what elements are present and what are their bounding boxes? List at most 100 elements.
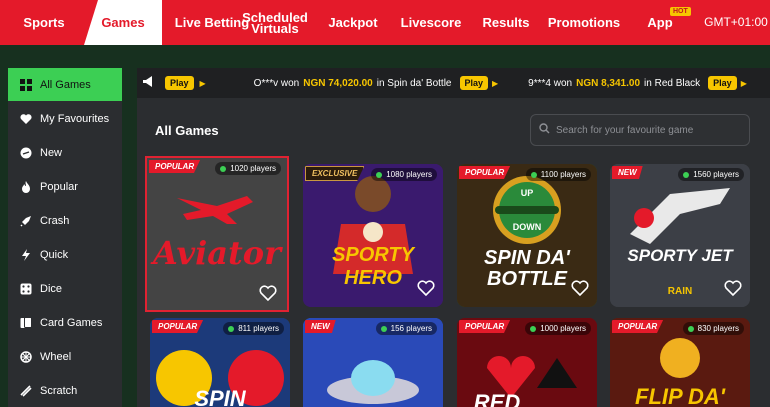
new-badge-icon — [20, 147, 32, 159]
cards-icon — [20, 316, 32, 329]
ticker-entry-amount: NGN 74,020.00 — [303, 77, 373, 89]
players-label: 830 players — [697, 324, 739, 333]
timezone-label[interactable]: GMT+01:00 — [702, 0, 770, 45]
players-count: 1000 players — [525, 322, 591, 335]
dice-icon — [20, 283, 32, 295]
online-dot-icon — [376, 171, 383, 178]
game-card-ufo[interactable]: NEW 156 players — [303, 318, 443, 407]
game-tag: POPULAR — [149, 160, 201, 173]
online-dot-icon — [228, 325, 235, 332]
spin-up-label: UP — [520, 188, 534, 198]
players-count: 1100 players — [525, 168, 591, 181]
nav-jackpot[interactable]: Jackpot — [325, 0, 381, 45]
sidebar-item-label: Popular — [40, 180, 78, 193]
ticker-entry-game: in Red Black — [644, 77, 701, 89]
hot-badge: HOT — [670, 7, 691, 16]
category-sidebar: All Games My Favourites New Popular Cras… — [8, 68, 122, 407]
sidebar-item-favourites[interactable]: My Favourites — [8, 102, 122, 135]
page-title: All Games — [155, 123, 219, 138]
sidebar-item-label: Card Games — [40, 316, 103, 329]
search-input[interactable] — [556, 124, 736, 136]
nav-results[interactable]: Results — [481, 0, 531, 45]
sidebar-item-label: Quick — [40, 248, 69, 261]
nav-livescore[interactable]: Livescore — [398, 0, 464, 45]
spin-down-label: DOWN — [512, 222, 542, 232]
nav-promotions[interactable]: Promotions — [548, 0, 620, 45]
sidebar-item-label: New — [40, 146, 63, 159]
game-card-spin[interactable]: POPULAR 811 players SPIN — [150, 318, 290, 407]
search-icon — [539, 123, 550, 137]
game-card-sporty-jet[interactable]: NEW 1560 players SPORTY JET RAIN — [610, 164, 750, 307]
game-card-flip-da-coin[interactable]: POPULAR 830 players FLIP DA' — [610, 318, 750, 407]
game-card-sporty-hero[interactable]: EXCLUSIVE 1080 players SPORTY HERO — [303, 164, 443, 307]
games-panel: Play ▶ O***v won NGN 74,020.00 in Spin d… — [137, 68, 770, 407]
nav-scheduled-virtuals[interactable]: Scheduled Virtuals — [242, 0, 308, 45]
sidebar-item-label: Scratch — [40, 384, 78, 397]
online-dot-icon — [380, 325, 387, 332]
players-label: 1560 players — [693, 170, 739, 179]
game-tag: NEW — [305, 320, 336, 333]
game-title: RED — [473, 390, 521, 407]
sidebar-item-label: Crash — [40, 214, 70, 227]
scratch-icon — [20, 384, 32, 397]
game-card-spin-da-bottle[interactable]: POPULAR 1100 players UP DOWN SPIN DA' BO… — [457, 164, 597, 307]
favourite-heart-icon[interactable] — [259, 284, 277, 302]
sidebar-item-card-games[interactable]: Card Games — [8, 306, 122, 339]
online-dot-icon — [683, 171, 690, 178]
sidebar-item-scratch[interactable]: Scratch — [8, 374, 122, 407]
players-label: 156 players — [390, 324, 432, 333]
sidebar-item-label: All Games — [40, 78, 91, 91]
sidebar-item-all-games[interactable]: All Games — [8, 68, 122, 101]
ticker-play-button[interactable]: Play — [459, 76, 489, 90]
ticker-entry-user: 9***4 won — [528, 77, 573, 89]
favourite-heart-icon[interactable] — [571, 279, 589, 297]
play-arrow-icon: ▶ — [740, 78, 747, 88]
game-card-red-black[interactable]: POPULAR 1000 players RED — [457, 318, 597, 407]
wheel-icon — [20, 350, 32, 363]
sidebar-item-new[interactable]: New — [8, 136, 122, 169]
players-label: 1020 players — [230, 164, 276, 173]
ticker-entry-game: in Spin da' Bottle — [376, 77, 452, 89]
game-card-aviator[interactable]: POPULAR 1020 players Aviator — [145, 156, 289, 312]
players-label: 1000 players — [540, 324, 586, 333]
sidebar-item-wheel[interactable]: Wheel — [8, 340, 122, 373]
sidebar-item-label: My Favourites — [40, 112, 110, 125]
players-count: 830 players — [682, 322, 744, 335]
sidebar-item-crash[interactable]: Crash — [8, 204, 122, 237]
players-count: 811 players — [223, 322, 284, 335]
game-tag: POPULAR — [459, 320, 511, 333]
sidebar-item-popular[interactable]: Popular — [8, 170, 122, 203]
nav-virtuals-label: Virtuals — [251, 20, 299, 36]
lightning-icon — [20, 248, 32, 261]
play-arrow-icon: ▶ — [492, 78, 499, 88]
game-title: SPORTY JET — [627, 246, 733, 265]
game-tag: POPULAR — [152, 320, 204, 333]
megaphone-icon — [143, 76, 155, 90]
flame-icon — [20, 180, 32, 193]
favourite-heart-icon[interactable] — [417, 279, 435, 297]
play-arrow-icon: ▶ — [199, 78, 206, 88]
game-title: FLIP DA' — [635, 384, 725, 407]
players-label: 811 players — [238, 324, 279, 333]
ticker-play-button[interactable]: Play — [708, 76, 737, 90]
nav-games[interactable]: Games — [84, 0, 162, 45]
favourite-heart-icon[interactable] — [724, 279, 742, 297]
players-count: 1560 players — [678, 168, 744, 181]
players-label: 1080 players — [386, 170, 432, 179]
sidebar-item-label: Wheel — [40, 350, 72, 363]
sidebar-item-dice[interactable]: Dice — [8, 272, 122, 305]
game-tag: NEW — [612, 166, 643, 179]
search-box[interactable] — [530, 114, 750, 146]
ticker-entry-user: O***v won — [253, 77, 300, 89]
game-title: SPIN — [194, 386, 246, 407]
online-dot-icon — [530, 325, 537, 332]
ticker-play-button[interactable]: Play — [165, 76, 194, 90]
game-tag: EXCLUSIVE — [305, 166, 365, 181]
players-count: 156 players — [375, 322, 437, 335]
online-dot-icon — [530, 171, 537, 178]
sidebar-item-label: Dice — [40, 282, 63, 295]
sidebar-item-quick[interactable]: Quick — [8, 238, 122, 271]
top-nav: Sports Games Live Betting Scheduled Virt… — [0, 0, 770, 45]
nav-sports[interactable]: Sports — [14, 0, 74, 45]
players-count: 1080 players — [371, 168, 437, 181]
